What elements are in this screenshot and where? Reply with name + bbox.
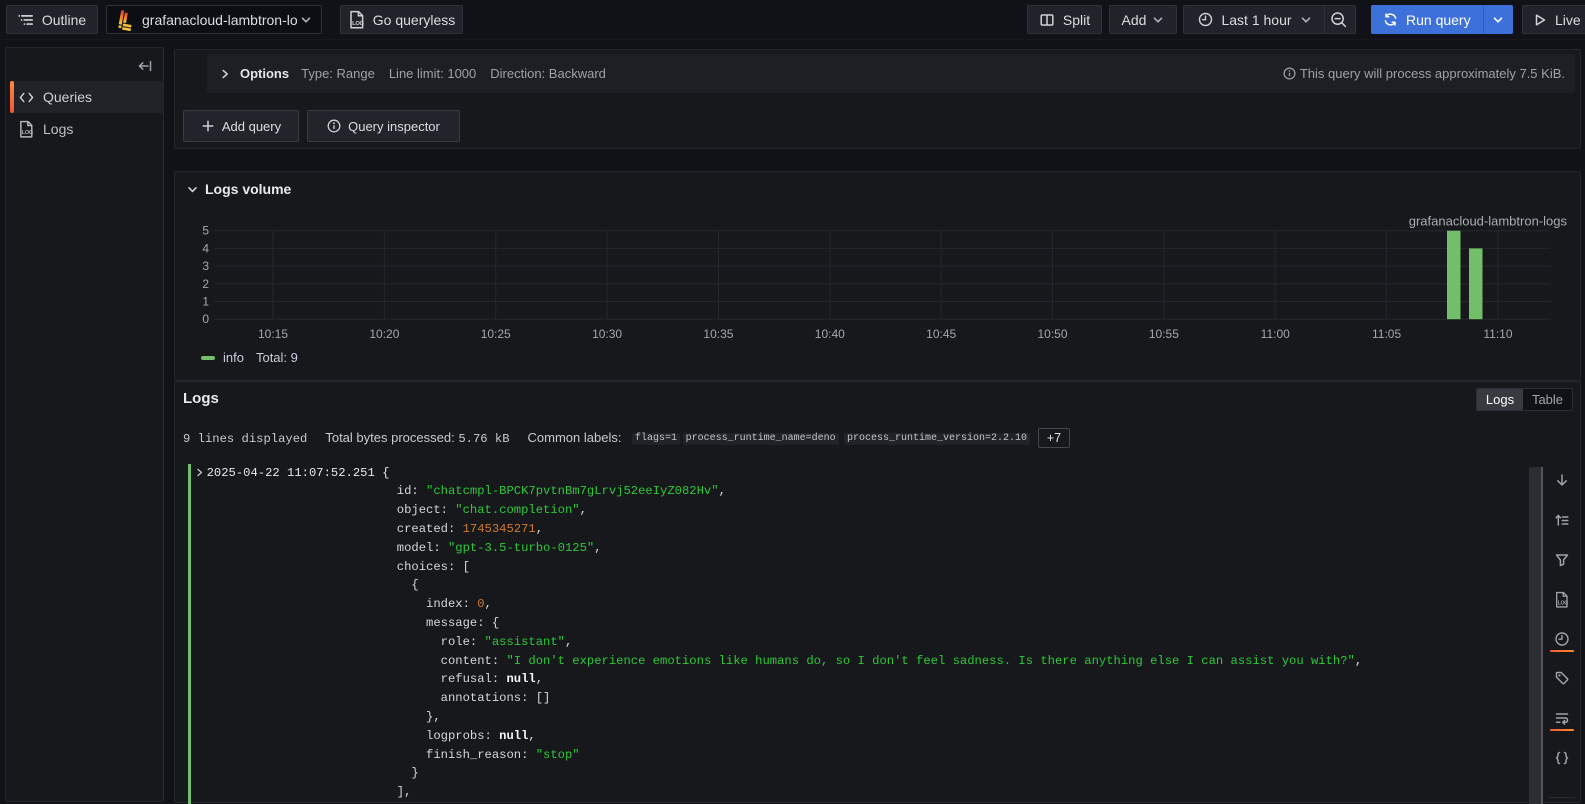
svg-text:LOG: LOG [1557, 600, 1568, 606]
svg-text:1: 1 [202, 295, 209, 309]
svg-text:3: 3 [202, 259, 209, 273]
svg-text:10:25: 10:25 [481, 327, 511, 341]
svg-text:10:45: 10:45 [926, 327, 956, 341]
svg-text:0: 0 [202, 312, 209, 326]
svg-text:4: 4 [202, 241, 209, 255]
svg-text:11:00: 11:00 [1261, 327, 1290, 341]
svg-text:10:35: 10:35 [703, 327, 733, 341]
svg-text:5: 5 [202, 224, 209, 238]
svg-text:10:50: 10:50 [1038, 327, 1068, 341]
svg-text:11:05: 11:05 [1372, 327, 1401, 341]
svg-text:LOG: LOG [352, 21, 364, 27]
svg-text:10:15: 10:15 [258, 327, 288, 341]
svg-text:2: 2 [202, 277, 209, 291]
svg-text:10:55: 10:55 [1149, 327, 1179, 341]
svg-text:LOG: LOG [22, 130, 33, 136]
svg-text:10:40: 10:40 [815, 327, 845, 341]
svg-text:grafanacloud-lambtron-logs: grafanacloud-lambtron-logs [1409, 214, 1568, 229]
svg-text:11:10: 11:10 [1483, 327, 1512, 341]
svg-text:10:30: 10:30 [592, 327, 622, 341]
svg-text:10:20: 10:20 [369, 327, 399, 341]
